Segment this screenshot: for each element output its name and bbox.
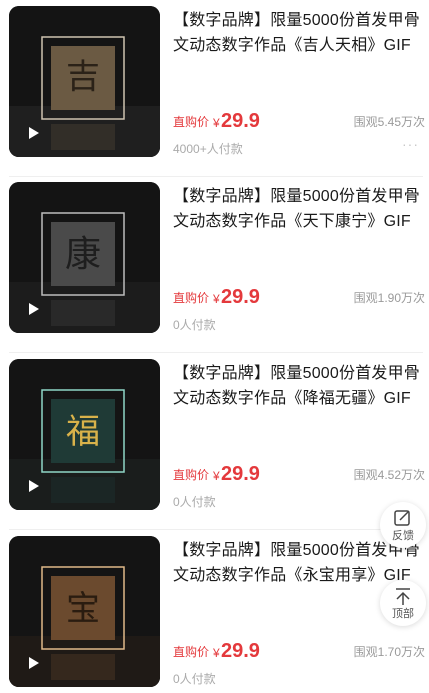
- product-title[interactable]: 【数字品牌】限量5000份首发甲骨文动态数字作品《吉人天相》GIF: [173, 8, 423, 58]
- product-card[interactable]: 康 【数字品牌】限量5000份首发甲骨文动态数字作品《天下康宁》GIF 直购价 …: [0, 176, 429, 353]
- play-icon[interactable]: [29, 657, 39, 669]
- price-value: 29.9: [221, 286, 260, 308]
- product-thumbnail[interactable]: 宝: [9, 536, 160, 687]
- product-card[interactable]: 宝 【数字品牌】限量5000份首发甲骨文动态数字作品《永宝用享》GIF 直购价 …: [0, 530, 429, 693]
- back-to-top-label: 顶部: [392, 608, 414, 620]
- paid-count: 0人付款: [173, 672, 216, 686]
- currency-symbol: ¥: [213, 292, 220, 306]
- view-count: 围观4.52万次: [353, 468, 425, 482]
- oracle-glyph: 康: [65, 234, 101, 275]
- play-icon[interactable]: [29, 127, 39, 139]
- oracle-glyph: 福: [66, 412, 100, 452]
- product-title[interactable]: 【数字品牌】限量5000份首发甲骨文动态数字作品《天下康宁》GIF: [173, 184, 423, 234]
- product-card[interactable]: 吉 【数字品牌】限量5000份首发甲骨文动态数字作品《吉人天相》GIF 直购价 …: [0, 0, 429, 177]
- oracle-glyph: 宝: [66, 589, 100, 629]
- price-row: 直购价 ¥ 29.9 围观1.90万次: [173, 283, 425, 309]
- more-options-icon[interactable]: ···: [402, 136, 419, 152]
- arrow-up-icon: [380, 585, 426, 607]
- price-value: 29.9: [221, 640, 260, 662]
- currency-symbol: ¥: [213, 116, 220, 130]
- price-row: 直购价 ¥ 29.9 围观5.45万次: [173, 107, 425, 133]
- paid-count: 0人付款: [173, 495, 216, 509]
- back-to-top-button[interactable]: 顶部: [380, 580, 426, 626]
- currency-symbol: ¥: [213, 646, 220, 660]
- edit-icon: [380, 507, 426, 529]
- feedback-button[interactable]: 反馈: [380, 502, 426, 548]
- view-count: 围观5.45万次: [353, 115, 425, 129]
- currency-symbol: ¥: [213, 469, 220, 483]
- feedback-label: 反馈: [392, 530, 414, 542]
- play-icon[interactable]: [29, 303, 39, 315]
- price-label: 直购价: [173, 291, 210, 305]
- paid-count: 0人付款: [173, 318, 216, 332]
- price-label: 直购价: [173, 468, 210, 482]
- price-value: 29.9: [221, 110, 260, 132]
- product-thumbnail[interactable]: 康: [9, 182, 160, 333]
- price-row: 直购价 ¥ 29.9 围观4.52万次: [173, 460, 425, 486]
- play-icon[interactable]: [29, 480, 39, 492]
- oracle-glyph: 吉: [66, 57, 100, 97]
- product-title[interactable]: 【数字品牌】限量5000份首发甲骨文动态数字作品《永宝用享》GIF: [173, 538, 423, 588]
- view-count: 围观1.70万次: [353, 645, 425, 659]
- product-card[interactable]: 福 【数字品牌】限量5000份首发甲骨文动态数字作品《降福无疆》GIF 直购价 …: [0, 353, 429, 530]
- paid-count: 4000+人付款: [173, 142, 243, 156]
- product-thumbnail[interactable]: 吉: [9, 6, 160, 157]
- price-label: 直购价: [173, 115, 210, 129]
- price-label: 直购价: [173, 645, 210, 659]
- price-row: 直购价 ¥ 29.9 围观1.70万次: [173, 637, 425, 663]
- product-title[interactable]: 【数字品牌】限量5000份首发甲骨文动态数字作品《降福无疆》GIF: [173, 361, 423, 411]
- view-count: 围观1.90万次: [353, 291, 425, 305]
- product-thumbnail[interactable]: 福: [9, 359, 160, 510]
- price-value: 29.9: [221, 463, 260, 485]
